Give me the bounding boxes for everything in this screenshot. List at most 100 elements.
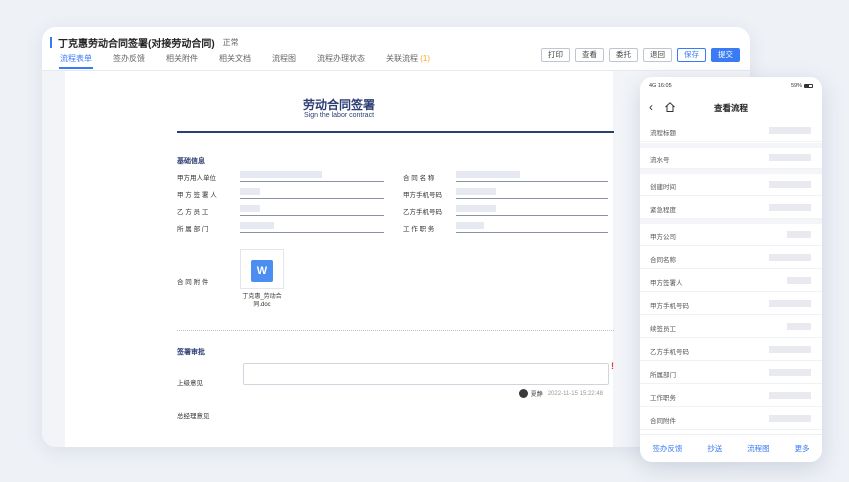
phone-field-label: 流水号 — [650, 157, 670, 164]
party-b-employee-field[interactable] — [240, 215, 384, 216]
related-count-badge: (1) — [420, 54, 431, 63]
tab-form[interactable]: 流程表单 — [59, 53, 93, 69]
position-label: 工 作 职 务 — [403, 226, 435, 233]
phone-field-value — [787, 277, 811, 284]
flowchart-button[interactable]: 流程图 — [747, 443, 770, 454]
attachment-filename[interactable]: 丁克惠_劳动合同.doc — [235, 293, 289, 309]
supervisor-opinion-input[interactable] — [243, 363, 609, 385]
gm-opinion-label: 总经理意见 — [177, 413, 210, 420]
print-button[interactable]: 打印 — [541, 48, 570, 62]
phone-field-row[interactable]: 流程标题 — [640, 119, 822, 142]
doc-title: 劳动合同签署 — [302, 98, 375, 112]
party-a-signer-field[interactable] — [240, 198, 384, 199]
phone-field-value — [769, 369, 811, 376]
phone-field-row[interactable]: 甲方公司 — [640, 223, 822, 246]
cc-button[interactable]: 抄送 — [707, 443, 722, 454]
contract-form: 劳动合同签署 Sign the labor contract 基础信息 甲方用人… — [65, 71, 614, 447]
phone-field-row[interactable]: 所属部门 — [640, 361, 822, 384]
phone-field-label: 合同名称 — [650, 257, 676, 264]
phone-field-row[interactable]: 续签员工 — [640, 315, 822, 338]
title-rule — [177, 131, 614, 133]
view-button[interactable]: 查看 — [575, 48, 604, 62]
tab-related-flows-label: 关联流程 — [386, 54, 418, 63]
tab-attachments[interactable]: 相关附件 — [166, 53, 198, 69]
signal-indicator: 4G — [649, 83, 657, 89]
party-a-phone-label: 甲方手机号码 — [403, 192, 442, 199]
party-b-employee-label: 乙 方 员 工 — [177, 209, 209, 216]
phone-field-row[interactable]: 甲方签署人 — [640, 269, 822, 292]
feedback-button[interactable]: 签办反馈 — [652, 443, 682, 454]
tab-feedback[interactable]: 签办反馈 — [113, 53, 145, 69]
party-a-signer-label: 甲 方 签 署 人 — [177, 192, 217, 199]
phone-field-label: 乙方手机号码 — [650, 349, 689, 356]
party-b-phone-label: 乙方手机号码 — [403, 209, 442, 216]
phone-field-value — [769, 154, 811, 161]
tab-related-flows[interactable]: 关联流程 (1) — [386, 53, 430, 69]
phone-field-label: 甲方公司 — [650, 234, 676, 241]
phone-field-row[interactable]: 创建时间 — [640, 173, 822, 196]
phone-field-row[interactable]: 工作职务 — [640, 384, 822, 407]
phone-field-value — [769, 254, 811, 261]
battery-percent: 59% — [790, 83, 802, 89]
party-b-phone-field[interactable] — [456, 215, 608, 216]
save-button[interactable]: 保存 — [677, 48, 706, 62]
delegate-button[interactable]: 委托 — [609, 48, 638, 62]
tab-flowchart[interactable]: 流程图 — [272, 53, 296, 69]
employer-value — [240, 171, 322, 178]
submit-button[interactable]: 提交 — [711, 48, 740, 62]
phone-field-value — [769, 392, 811, 399]
word-doc-icon: W — [251, 260, 273, 282]
party-b-employee-value — [240, 205, 260, 212]
sign-time: 2022-11-15 15:22:48 — [547, 390, 603, 397]
more-button[interactable]: 更多 — [795, 443, 810, 454]
contract-name-field[interactable] — [456, 181, 608, 182]
phone-field-row[interactable]: 流水号 — [640, 146, 822, 169]
contract-name-label: 合 同 名 称 — [403, 175, 435, 182]
doc-subtitle: Sign the labor contract — [303, 112, 375, 119]
tab-process-status[interactable]: 流程办理状态 — [317, 53, 365, 69]
signature-row: 夏静 2022-11-15 15:22:48 — [518, 389, 603, 398]
phone-field-row[interactable]: 乙方手机号码 — [640, 338, 822, 361]
attachment-card[interactable]: W — [240, 249, 284, 289]
title-accent-bar — [50, 36, 52, 48]
page-title: 丁克惠劳动合同签署(对接劳动合同) — [58, 38, 215, 50]
phone-nav-bar: ‹ 查看流程 — [640, 97, 822, 117]
supervisor-opinion-label: 上级意见 — [177, 380, 203, 387]
party-a-phone-field[interactable] — [456, 198, 608, 199]
department-label: 所 属 部 门 — [177, 226, 209, 233]
phone-field-label: 续签员工 — [650, 326, 676, 333]
position-field[interactable] — [456, 232, 608, 233]
phone-status-right: 59% — [791, 83, 813, 91]
tab-related-docs[interactable]: 相关文档 — [219, 53, 251, 69]
phone-field-value — [787, 323, 811, 330]
phone-field-label: 紧急程度 — [650, 207, 676, 214]
phone-field-value — [769, 415, 811, 422]
return-button[interactable]: 退回 — [643, 48, 672, 62]
status-text: 正常 — [222, 37, 239, 47]
phone-field-label: 合同附件 — [650, 418, 676, 425]
required-mark: ! — [611, 361, 614, 371]
avatar — [518, 389, 528, 398]
phone-field-label: 甲方签署人 — [650, 280, 683, 287]
position-value — [456, 222, 484, 229]
phone-field-row[interactable]: 紧急程度 — [640, 196, 822, 219]
employer-field[interactable] — [240, 181, 384, 182]
phone-field-row[interactable]: 甲方手机号码 — [640, 292, 822, 315]
tab-bar: 流程表单 签办反馈 相关附件 相关文档 流程图 流程办理状态 关联流程 (1) — [59, 53, 451, 69]
phone-field-value — [769, 181, 811, 188]
phone-status-bar: 4G 16:05 59% — [649, 83, 813, 91]
section-divider — [177, 330, 614, 331]
signer-name: 夏静 — [530, 392, 543, 398]
phone-field-row[interactable]: 合同名称 — [640, 246, 822, 269]
party-b-phone-value — [456, 205, 496, 212]
window-header: 丁克惠劳动合同签署(对接劳动合同) 正常 — [50, 35, 239, 50]
action-toolbar: 打印 查看 委托 退回 保存 提交 — [541, 48, 740, 62]
contract-name-value — [456, 171, 520, 178]
phone-field-value — [769, 300, 811, 307]
phone-field-row[interactable]: 合同附件 — [640, 407, 822, 430]
party-a-signer-value — [240, 188, 260, 195]
phone-field-value — [769, 127, 811, 134]
phone-field-value — [769, 346, 811, 353]
department-field[interactable] — [240, 232, 384, 233]
phone-field-label: 甲方手机号码 — [650, 303, 689, 310]
